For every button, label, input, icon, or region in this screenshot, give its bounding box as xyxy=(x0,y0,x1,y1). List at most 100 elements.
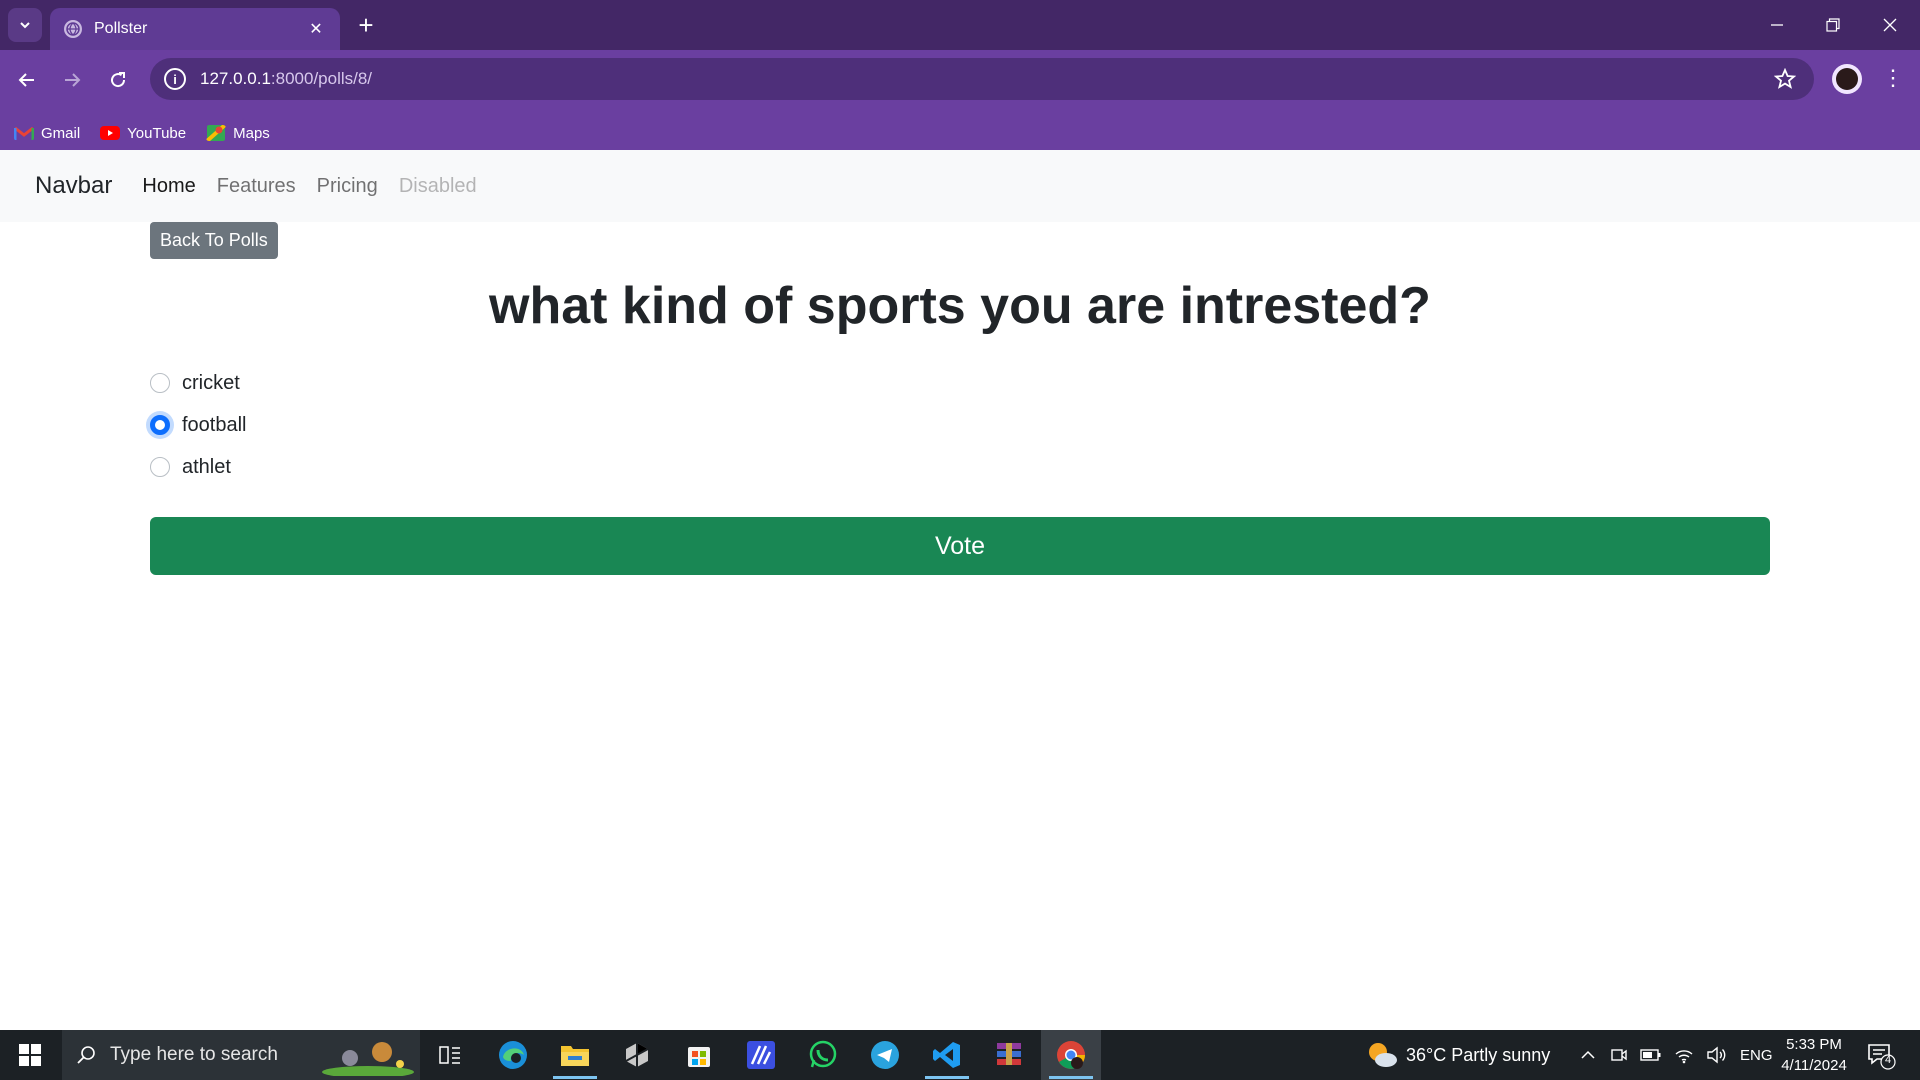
forward-button[interactable] xyxy=(56,64,88,96)
notification-center[interactable]: 4 xyxy=(1866,1040,1896,1070)
taskbar-telegram[interactable] xyxy=(855,1030,915,1080)
winrar-icon xyxy=(997,1043,1021,1065)
weather-text: 36°C Partly sunny xyxy=(1406,1044,1551,1065)
new-tab-button[interactable]: + xyxy=(352,12,380,40)
minimize-button[interactable] xyxy=(1757,10,1797,40)
navbar: Navbar Home Features Pricing Disabled xyxy=(0,150,1920,222)
taskbar-clock[interactable]: 5:33 PM 4/11/2024 xyxy=(1768,1034,1860,1076)
radio-button[interactable] xyxy=(150,373,170,393)
search-placeholder: Type here to search xyxy=(110,1044,278,1065)
navbar-brand[interactable]: Navbar xyxy=(35,172,112,200)
taskbar: Type here to search 36°C Partly sunny EN… xyxy=(0,1030,1920,1080)
edge-icon xyxy=(499,1041,527,1069)
poll-option-cricket[interactable]: cricket xyxy=(150,362,247,404)
poll-options: cricket football athlet xyxy=(150,362,247,488)
search-highlight-illustration xyxy=(322,1042,414,1076)
weather-widget[interactable]: 36°C Partly sunny xyxy=(1366,1030,1550,1080)
clock-time: 5:33 PM xyxy=(1786,1036,1842,1053)
close-window-button[interactable] xyxy=(1870,10,1910,40)
restore-icon xyxy=(1826,18,1840,32)
system-tray: ENG xyxy=(1580,1030,1773,1080)
bookmark-gmail[interactable]: Gmail xyxy=(14,125,80,142)
url-path: :8000/polls/8/ xyxy=(270,69,373,88)
option-label: football xyxy=(182,413,247,436)
page-content: Navbar Home Features Pricing Disabled Ba… xyxy=(0,150,1920,1030)
taskbar-chrome[interactable] xyxy=(1041,1030,1101,1080)
back-to-polls-button[interactable]: Back To Polls xyxy=(150,222,278,259)
avatar-icon xyxy=(1836,68,1858,90)
maps-icon xyxy=(206,125,227,141)
tab-title: Pollster xyxy=(94,20,148,37)
tab-close-icon[interactable]: ✕ xyxy=(306,19,326,39)
clock-date: 4/11/2024 xyxy=(1781,1057,1847,1074)
site-info-icon[interactable]: i xyxy=(164,68,186,90)
bookmark-maps[interactable]: Maps xyxy=(206,125,270,142)
notification-count: 4 xyxy=(1884,1054,1892,1066)
vscode-icon xyxy=(933,1042,960,1068)
meet-now-icon[interactable] xyxy=(1610,1046,1628,1064)
back-button[interactable] xyxy=(11,64,43,96)
taskbar-whatsapp[interactable] xyxy=(793,1030,853,1080)
poll-option-football[interactable]: football xyxy=(150,404,247,446)
bookmark-youtube[interactable]: YouTube xyxy=(100,125,186,142)
youtube-icon xyxy=(100,126,121,140)
task-view-icon xyxy=(439,1046,460,1064)
vote-button[interactable]: Vote xyxy=(150,517,1770,575)
taskbar-unity[interactable] xyxy=(607,1030,667,1080)
gmail-icon xyxy=(14,126,34,140)
partly-sunny-icon xyxy=(1369,1043,1397,1067)
task-view-button[interactable] xyxy=(420,1030,480,1080)
option-label: athlet xyxy=(182,455,231,478)
taskbar-vscode[interactable] xyxy=(917,1030,977,1080)
poll-option-athlet[interactable]: athlet xyxy=(150,446,247,488)
search-icon xyxy=(77,1046,95,1064)
taskbar-file-explorer[interactable] xyxy=(545,1030,605,1080)
browser-toolbar: i 127.0.0.1:8000/polls/8/ ⋮ Gmail YouTub… xyxy=(0,50,1920,158)
taskbar-editor[interactable] xyxy=(731,1030,791,1080)
nav-link-features[interactable]: Features xyxy=(217,175,296,198)
volume-icon[interactable] xyxy=(1706,1046,1726,1064)
browser-titlebar: Pollster ✕ + xyxy=(0,0,1920,50)
bookmark-label: Maps xyxy=(233,124,270,142)
browser-tab[interactable]: Pollster ✕ xyxy=(50,8,340,50)
reload-button[interactable] xyxy=(102,64,134,96)
option-label: cricket xyxy=(182,371,240,394)
telegram-icon xyxy=(871,1041,899,1069)
whatsapp-icon xyxy=(809,1040,837,1068)
file-explorer-icon xyxy=(561,1046,589,1066)
radio-button[interactable] xyxy=(150,457,170,477)
windows-icon xyxy=(19,1044,41,1066)
bookmark-star-icon[interactable] xyxy=(1774,68,1796,90)
close-icon xyxy=(1883,18,1897,32)
radio-button-selected[interactable] xyxy=(150,415,170,435)
minimize-icon xyxy=(1771,24,1783,26)
restore-button[interactable] xyxy=(1813,10,1853,40)
url-host: 127.0.0.1 xyxy=(200,69,271,88)
arrow-right-icon xyxy=(65,73,81,87)
nav-link-disabled: Disabled xyxy=(398,174,477,197)
wifi-icon[interactable] xyxy=(1674,1046,1694,1064)
chevron-up-icon[interactable] xyxy=(1580,1047,1596,1063)
nav-link-home[interactable]: Home xyxy=(142,175,195,198)
arrow-left-icon xyxy=(18,73,34,87)
poll-question: what kind of sports you are intrested? xyxy=(489,277,1431,335)
nav-link-pricing[interactable]: Pricing xyxy=(317,175,378,198)
taskbar-edge[interactable] xyxy=(483,1030,543,1080)
editor-icon xyxy=(747,1041,775,1069)
reload-icon xyxy=(111,72,126,88)
taskbar-winrar[interactable] xyxy=(979,1030,1039,1080)
battery-icon[interactable] xyxy=(1640,1047,1662,1063)
bookmark-label: YouTube xyxy=(127,124,187,142)
bookmark-label: Gmail xyxy=(41,124,81,142)
tab-search-button[interactable] xyxy=(8,8,42,42)
taskbar-store[interactable] xyxy=(669,1030,729,1080)
taskbar-search[interactable]: Type here to search xyxy=(62,1030,420,1080)
profile-avatar[interactable] xyxy=(1832,64,1862,94)
browser-menu-icon[interactable]: ⋮ xyxy=(1882,64,1904,94)
store-icon xyxy=(688,1047,710,1067)
globe-icon xyxy=(64,20,82,38)
unity-icon xyxy=(625,1043,649,1067)
address-bar[interactable]: i 127.0.0.1:8000/polls/8/ xyxy=(150,58,1814,100)
start-button[interactable] xyxy=(0,1030,60,1080)
chevron-down-icon xyxy=(20,22,30,29)
